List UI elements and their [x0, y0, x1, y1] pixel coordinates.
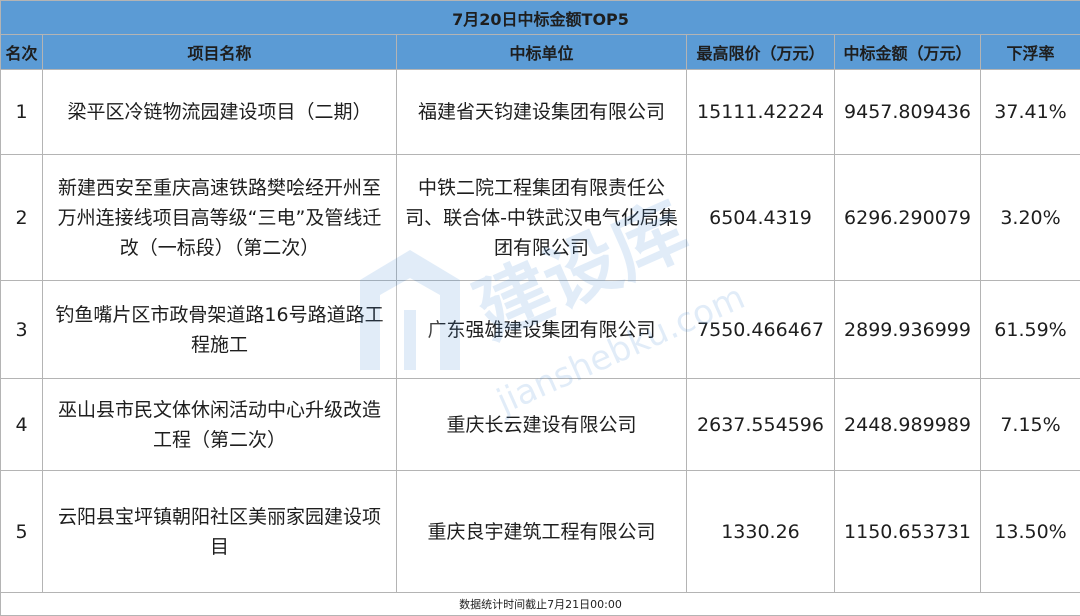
winning-amount-cell: 1150.653731: [835, 471, 981, 593]
table-footnote: 数据统计时间截止7月21日00:00: [1, 593, 1080, 616]
header-max-price: 最高限价（万元）: [687, 35, 835, 70]
table-row: 1 梁平区冷链物流园建设项目（二期） 福建省天钧建设集团有限公司 15111.4…: [1, 70, 1080, 155]
table-row: 2 新建西安至重庆高速铁路樊哙经开州至万州连接线项目高等级“三电”及管线迁改（一…: [1, 155, 1080, 281]
project-name-cell: 云阳县宝坪镇朝阳社区美丽家园建设项目: [43, 471, 397, 593]
table-row: 4 巫山县市民文体休闲活动中心升级改造工程（第二次） 重庆长云建设有限公司 26…: [1, 379, 1080, 471]
rank-cell: 3: [1, 281, 43, 379]
header-project-name: 项目名称: [43, 35, 397, 70]
table-row: 3 钓鱼嘴片区市政骨架道路16号路道路工程施工 广东强雄建设集团有限公司 755…: [1, 281, 1080, 379]
rank-cell: 4: [1, 379, 43, 471]
project-name-cell: 巫山县市民文体休闲活动中心升级改造工程（第二次）: [43, 379, 397, 471]
table-title-row: 7月20日中标金额TOP5: [1, 1, 1080, 35]
header-rank: 名次: [1, 35, 43, 70]
company-cell: 福建省天钧建设集团有限公司: [397, 70, 687, 155]
discount-rate-cell: 61.59%: [981, 281, 1080, 379]
winning-amount-cell: 6296.290079: [835, 155, 981, 281]
table-header-row: 名次 项目名称 中标单位 最高限价（万元） 中标金额（万元） 下浮率: [1, 35, 1080, 70]
discount-rate-cell: 37.41%: [981, 70, 1080, 155]
max-price-cell: 1330.26: [687, 471, 835, 593]
company-cell: 重庆良宇建筑工程有限公司: [397, 471, 687, 593]
max-price-cell: 7550.466467: [687, 281, 835, 379]
bid-ranking-table: 7月20日中标金额TOP5 名次 项目名称 中标单位 最高限价（万元） 中标金额…: [0, 0, 1080, 616]
table-row: 5 云阳县宝坪镇朝阳社区美丽家园建设项目 重庆良宇建筑工程有限公司 1330.2…: [1, 471, 1080, 593]
rank-cell: 2: [1, 155, 43, 281]
winning-amount-cell: 9457.809436: [835, 70, 981, 155]
project-name-cell: 钓鱼嘴片区市政骨架道路16号路道路工程施工: [43, 281, 397, 379]
project-name-cell: 新建西安至重庆高速铁路樊哙经开州至万州连接线项目高等级“三电”及管线迁改（一标段…: [43, 155, 397, 281]
winning-amount-cell: 2448.989989: [835, 379, 981, 471]
table-footnote-row: 数据统计时间截止7月21日00:00: [1, 593, 1080, 616]
discount-rate-cell: 3.20%: [981, 155, 1080, 281]
company-cell: 重庆长云建设有限公司: [397, 379, 687, 471]
header-winning-company: 中标单位: [397, 35, 687, 70]
rank-cell: 1: [1, 70, 43, 155]
header-winning-amount: 中标金额（万元）: [835, 35, 981, 70]
discount-rate-cell: 13.50%: [981, 471, 1080, 593]
rank-cell: 5: [1, 471, 43, 593]
max-price-cell: 15111.42224: [687, 70, 835, 155]
table-title: 7月20日中标金额TOP5: [1, 1, 1080, 35]
page: 7月20日中标金额TOP5 名次 项目名称 中标单位 最高限价（万元） 中标金额…: [0, 0, 1080, 612]
discount-rate-cell: 7.15%: [981, 379, 1080, 471]
max-price-cell: 6504.4319: [687, 155, 835, 281]
project-name-cell: 梁平区冷链物流园建设项目（二期）: [43, 70, 397, 155]
max-price-cell: 2637.554596: [687, 379, 835, 471]
company-cell: 广东强雄建设集团有限公司: [397, 281, 687, 379]
winning-amount-cell: 2899.936999: [835, 281, 981, 379]
company-cell: 中铁二院工程集团有限责任公司、联合体-中铁武汉电气化局集团有限公司: [397, 155, 687, 281]
header-discount-rate: 下浮率: [981, 35, 1080, 70]
